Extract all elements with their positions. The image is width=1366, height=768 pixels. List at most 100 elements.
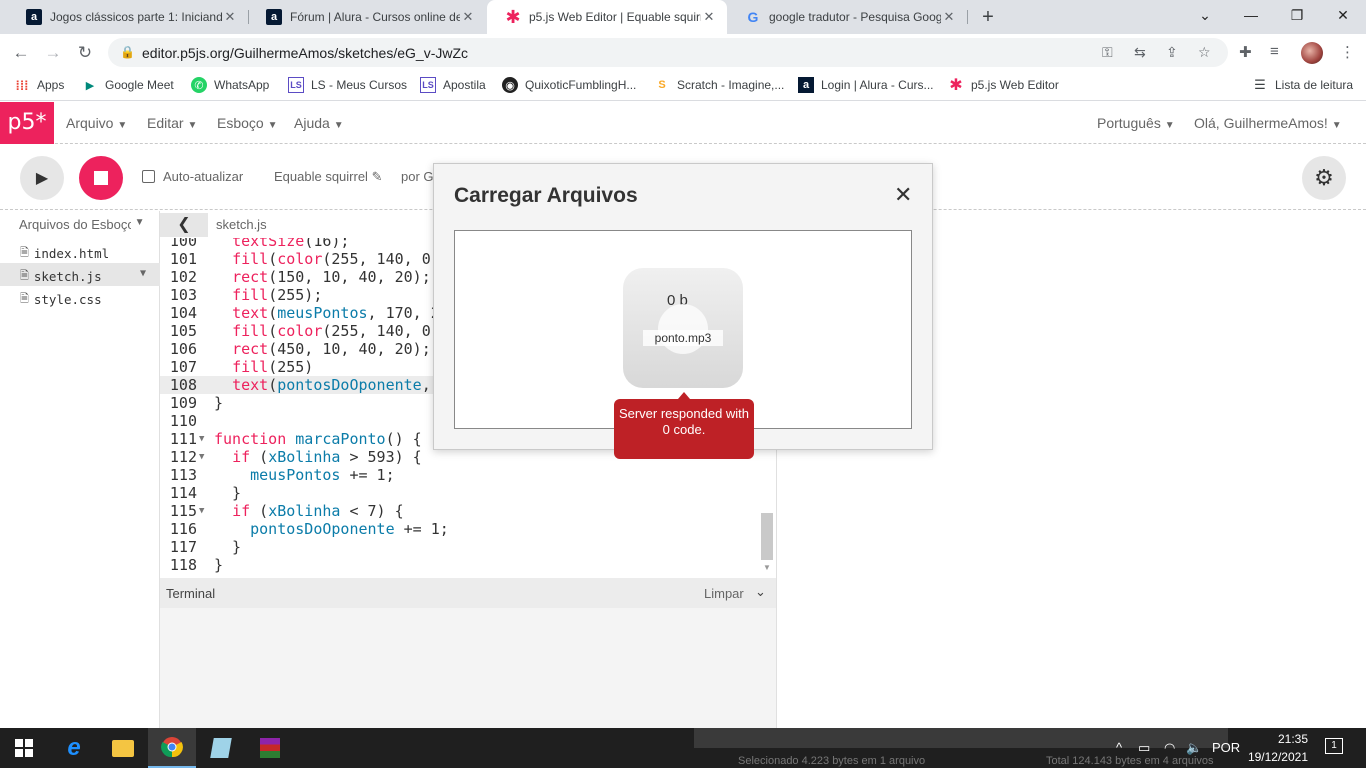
- close-tab-icon[interactable]: ✕: [460, 9, 476, 25]
- battery-icon[interactable]: ▭: [1138, 740, 1150, 756]
- code-text: fill(255);: [232, 286, 323, 304]
- file-options-icon[interactable]: ▼: [140, 268, 146, 279]
- p5-logo[interactable]: p5*: [0, 102, 54, 144]
- error-tooltip: Server responded with 0 code.: [614, 392, 754, 459]
- scroll-down-icon[interactable]: ▼: [763, 563, 771, 572]
- bookmark-quixotic[interactable]: ◉ QuixoticFumblingH...: [502, 77, 636, 93]
- volume-icon[interactable]: 🔈: [1186, 740, 1202, 756]
- bookmark-ls-meus-cursos[interactable]: LS LS - Meus Cursos: [288, 77, 407, 93]
- fold-icon[interactable]: ▼: [199, 448, 204, 466]
- bookmark-p5-editor[interactable]: ✱ p5.js Web Editor: [948, 77, 1059, 94]
- reading-list-label: Lista de leitura: [1275, 78, 1354, 92]
- internet-explorer-icon[interactable]: e: [50, 728, 98, 768]
- chrome-icon[interactable]: [148, 728, 196, 768]
- tab-search-icon[interactable]: ⌄: [1182, 0, 1228, 30]
- user-menu[interactable]: Olá, GuilhermeAmos! ▼: [1194, 115, 1342, 131]
- close-tab-icon[interactable]: ✕: [701, 9, 717, 25]
- code-line[interactable]: 115 ▼ if (xBolinha < 7) {: [160, 502, 776, 520]
- browser-tab-active[interactable]: ✱ p5.js Web Editor | Equable squirre ✕: [487, 0, 727, 34]
- code-text: }: [214, 556, 224, 574]
- sidebar-title: Arquivos do Esboço: [19, 217, 131, 232]
- notification-icon[interactable]: 1: [1325, 738, 1343, 754]
- replit-icon: ◉: [502, 77, 518, 93]
- code-line[interactable]: 117 }: [160, 538, 776, 556]
- auto-refresh-label[interactable]: Auto-atualizar: [163, 169, 243, 184]
- file-item-style-css[interactable]: 🗎 style.css: [0, 286, 160, 309]
- new-tab-icon[interactable]: +: [978, 6, 998, 28]
- chrome-menu-icon[interactable]: ⋮: [1340, 43, 1355, 61]
- editor-scrollbar[interactable]: [761, 513, 773, 560]
- reload-icon[interactable]: ↻: [73, 41, 97, 65]
- clock-time[interactable]: 21:35: [1264, 732, 1308, 746]
- fold-icon[interactable]: ▼: [199, 502, 204, 520]
- menu-arquivo[interactable]: Arquivo ▼: [66, 115, 127, 131]
- lock-icon[interactable]: 🔒: [120, 45, 135, 59]
- bookmark-apostila[interactable]: LS Apostila: [420, 77, 486, 93]
- menu-esboco[interactable]: Esboço ▼: [217, 115, 278, 131]
- fold-icon[interactable]: ▼: [199, 430, 204, 448]
- bookmark-star-icon[interactable]: ☆: [1198, 44, 1211, 61]
- settings-button[interactable]: ⚙: [1302, 156, 1346, 200]
- bookmarks-bar: ⁞⁞⁞ Apps ▶ Google Meet ✆ WhatsApp LS LS …: [0, 71, 1366, 101]
- chevron-up-icon[interactable]: ^: [1116, 740, 1122, 755]
- line-number: 107: [169, 358, 197, 376]
- terminal-header: Terminal Limpar ⌄: [160, 578, 776, 608]
- file-item-index-html[interactable]: 🗎 index.html: [0, 240, 160, 263]
- google-meet-icon: ▶: [85, 79, 95, 92]
- code-text: fill(color(255, 140, 0: [232, 322, 431, 340]
- sidebar-header[interactable]: Arquivos do Esboço ▼: [0, 211, 160, 239]
- code-line[interactable]: 118}: [160, 556, 776, 574]
- clear-console-button[interactable]: Limpar: [704, 586, 744, 601]
- file-icon: 🗎: [20, 269, 29, 282]
- profile-avatar[interactable]: [1301, 42, 1323, 64]
- wifi-icon[interactable]: ◠: [1164, 740, 1175, 756]
- key-icon[interactable]: ⚿: [1102, 44, 1113, 61]
- code-line[interactable]: 116 pontosDoOponente += 1;: [160, 520, 776, 538]
- clock-date[interactable]: 19/12/2021: [1246, 750, 1308, 764]
- browser-tab[interactable]: a Jogos clássicos parte 1: Iniciando ✕: [8, 0, 248, 34]
- pencil-icon[interactable]: ✎: [372, 169, 383, 184]
- bookmark-google-meet[interactable]: ▶ Google Meet: [82, 77, 174, 93]
- media-control-icon[interactable]: ≡: [1270, 43, 1279, 60]
- close-tab-icon[interactable]: ✕: [941, 9, 957, 25]
- bookmark-whatsapp[interactable]: ✆ WhatsApp: [191, 77, 269, 93]
- reading-list[interactable]: ☰ Lista de leitura: [1252, 77, 1353, 93]
- caret-down-icon: ▼: [333, 120, 344, 131]
- terminal-body[interactable]: [160, 608, 776, 728]
- stop-button[interactable]: [79, 156, 123, 200]
- notes-app-icon[interactable]: [197, 728, 245, 768]
- menu-editar[interactable]: Editar ▼: [147, 115, 197, 131]
- extensions-icon[interactable]: ✚: [1239, 43, 1252, 61]
- close-icon[interactable]: ✕: [894, 182, 912, 208]
- restore-icon[interactable]: ❐: [1274, 0, 1320, 30]
- code-line[interactable]: 114 }: [160, 484, 776, 502]
- address-bar[interactable]: 🔒 editor.p5js.org/GuilhermeAmos/sketches…: [108, 38, 1228, 67]
- file-explorer-icon[interactable]: [99, 728, 147, 768]
- share-icon[interactable]: ⇪: [1166, 44, 1178, 61]
- url-text[interactable]: editor.p5js.org/GuilhermeAmos/sketches/e…: [142, 45, 468, 61]
- bookmark-apps[interactable]: ⁞⁞⁞ Apps: [14, 77, 65, 93]
- play-button[interactable]: ▶: [20, 156, 64, 200]
- winrar-icon[interactable]: [246, 728, 294, 768]
- forward-icon[interactable]: →: [41, 41, 65, 65]
- browser-tab[interactable]: G google tradutor - Pesquisa Goog ✕: [727, 0, 967, 34]
- back-icon[interactable]: ←: [9, 41, 33, 65]
- file-item-sketch-js[interactable]: 🗎 sketch.js ▼: [0, 263, 160, 286]
- minimize-icon[interactable]: —: [1228, 0, 1274, 30]
- close-tab-icon[interactable]: ✕: [222, 9, 238, 25]
- menu-ajuda[interactable]: Ajuda ▼: [294, 115, 344, 131]
- code-line[interactable]: 113 meusPontos += 1;: [160, 466, 776, 484]
- chevron-down-icon[interactable]: ⌄: [755, 584, 766, 600]
- language-menu[interactable]: Português ▼: [1097, 115, 1175, 131]
- browser-tab[interactable]: a Fórum | Alura - Cursos online de ✕: [248, 0, 486, 34]
- sketch-name[interactable]: Equable squirrel ✎: [274, 169, 382, 185]
- windows-start-icon[interactable]: [0, 728, 48, 768]
- bookmark-alura-login[interactable]: a Login | Alura - Curs...: [798, 77, 934, 93]
- collapse-sidebar-button[interactable]: ❮: [160, 213, 208, 237]
- play-icon: ▶: [35, 170, 49, 187]
- translate-icon[interactable]: ⇆: [1134, 44, 1146, 61]
- bookmark-scratch[interactable]: S Scratch - Imagine,...: [654, 77, 784, 93]
- close-window-icon[interactable]: ✕: [1320, 0, 1366, 30]
- language-indicator[interactable]: POR: [1212, 740, 1240, 755]
- auto-refresh-checkbox[interactable]: [142, 170, 155, 183]
